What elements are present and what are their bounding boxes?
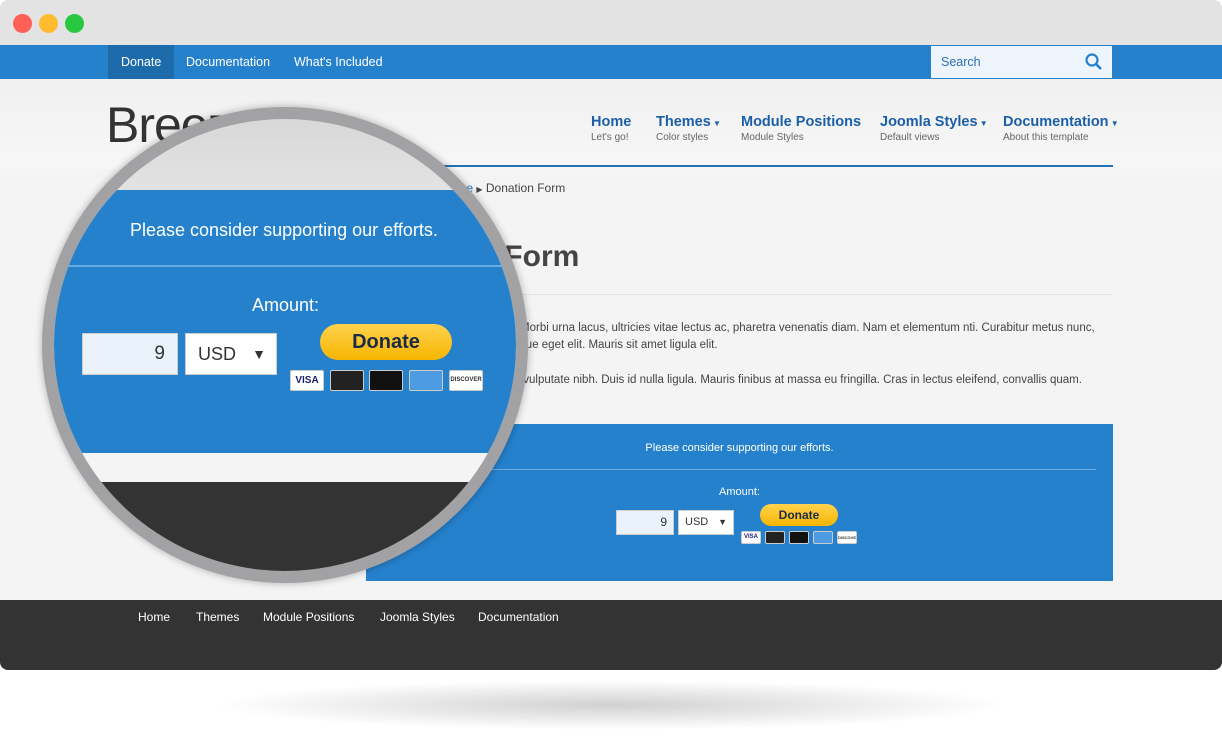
maximize-button[interactable] — [65, 14, 84, 33]
footer-home[interactable]: Home — [138, 610, 170, 624]
topnav-donate[interactable]: Donate — [108, 45, 175, 79]
topnav-whats-included[interactable]: What's Included — [281, 45, 396, 79]
mainnav-themes[interactable]: Themes ▼ Color styles — [656, 114, 721, 143]
nav-label: Joomla Styles — [880, 114, 978, 130]
nav-label: Documentation — [1003, 114, 1109, 130]
mainnav-home[interactable]: Home Let's go! — [591, 114, 631, 143]
nav-sub: Default views — [880, 132, 940, 143]
footer-themes[interactable]: Themes — [196, 610, 239, 624]
caret-down-icon: ▼ — [710, 119, 721, 128]
search-placeholder: Search — [941, 55, 981, 69]
caret-down-icon: ▼ — [977, 119, 988, 128]
footer-documentation[interactable]: Documentation — [478, 610, 559, 624]
footer-module-positions[interactable]: Module Positions — [263, 610, 354, 624]
amex-icon — [409, 370, 443, 391]
discover-icon: DISCOVER — [837, 531, 857, 544]
currency-value: USD — [685, 516, 709, 528]
amex-icon — [813, 531, 833, 544]
mainnav-documentation[interactable]: Documentation ▼ About this template — [1003, 114, 1119, 143]
donate-button[interactable]: Donate — [760, 504, 838, 526]
caret-down-icon: ▼ — [1108, 119, 1119, 128]
browser-window: Donate Documentation What's Included Sea… — [0, 0, 1222, 670]
magnified-currency-select[interactable]: USD ▼ — [185, 333, 277, 375]
currency-value: USD — [198, 344, 237, 364]
mainnav-module-positions[interactable]: Module Positions Module Styles — [741, 114, 861, 143]
nav-sub: Color styles — [656, 132, 709, 143]
magnified-amount-input[interactable]: 9 — [82, 333, 178, 375]
search-icon[interactable] — [1085, 53, 1103, 71]
divider — [54, 265, 516, 267]
mastercard-icon — [765, 531, 785, 544]
visa-icon: VISA — [741, 531, 761, 544]
chevron-down-icon: ▼ — [252, 346, 266, 362]
close-button[interactable] — [13, 14, 32, 33]
magnified-donate-button[interactable]: Donate — [320, 324, 452, 360]
magnified-page-bg — [54, 453, 516, 482]
maestro-icon — [789, 531, 809, 544]
nav-sub: About this template — [1003, 132, 1089, 143]
footer-joomla-styles[interactable]: Joomla Styles — [380, 610, 455, 624]
visa-icon: VISA — [290, 370, 324, 391]
maestro-icon — [369, 370, 403, 391]
header-divider — [440, 165, 1113, 167]
magnifier-lens: Please consider supporting our efforts. … — [54, 119, 516, 571]
amount-input[interactable]: 9 — [616, 510, 674, 535]
magnifier: Please consider supporting our efforts. … — [42, 107, 528, 583]
title-bar — [0, 0, 1222, 45]
nav-sub: Module Styles — [741, 132, 804, 143]
discover-icon: DISCOVER — [449, 370, 483, 391]
minimize-button[interactable] — [39, 14, 58, 33]
window-shadow — [210, 680, 1010, 730]
mastercard-icon — [330, 370, 364, 391]
footer: Home Themes Module Positions Joomla Styl… — [0, 600, 1222, 670]
nav-label: Themes — [656, 114, 711, 130]
mainnav-joomla-styles[interactable]: Joomla Styles ▼ Default views — [880, 114, 988, 143]
magnified-amount-label: Amount: — [252, 295, 320, 315]
magnified-footer — [54, 482, 516, 571]
chevron-down-icon: ▼ — [718, 517, 727, 527]
magnified-message: Please consider supporting our efforts. — [130, 220, 438, 240]
nav-label: Home — [591, 114, 632, 130]
currency-select[interactable]: USD ▼ — [678, 510, 734, 535]
topnav-documentation[interactable]: Documentation — [173, 45, 283, 79]
search-input[interactable]: Search — [930, 45, 1113, 79]
nav-label: Module Positions — [741, 114, 862, 130]
nav-sub: Let's go! — [591, 132, 629, 143]
